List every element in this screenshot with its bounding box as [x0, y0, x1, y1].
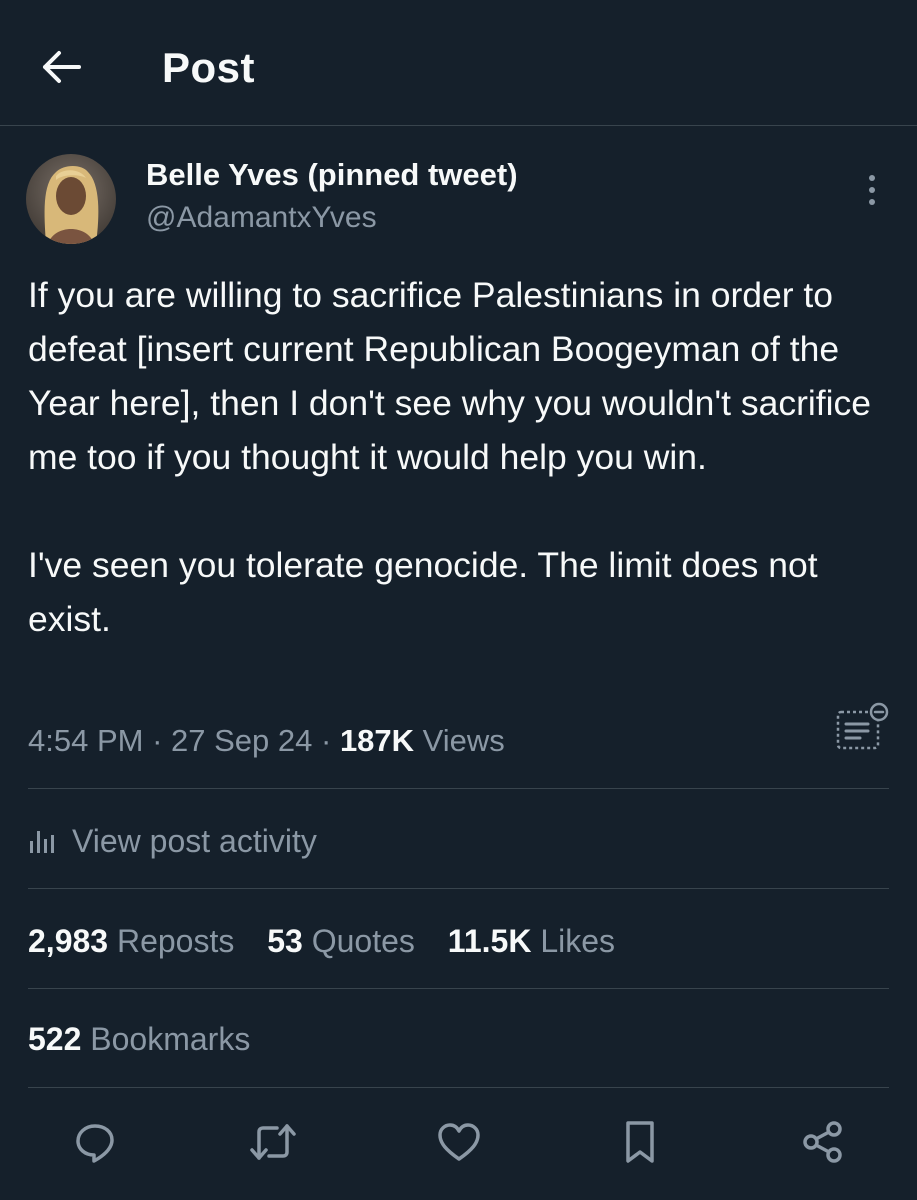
- bookmarks-stat[interactable]: 522 Bookmarks: [28, 1016, 250, 1062]
- views-count: 187K: [339, 723, 415, 758]
- more-vertical-icon: [869, 175, 875, 205]
- repost-icon: [250, 1124, 296, 1160]
- views-label: Views: [422, 723, 505, 758]
- meta-separator: ·: [143, 723, 172, 758]
- reply-button[interactable]: [65, 1112, 125, 1172]
- top-bar: Post: [0, 0, 917, 126]
- divider: [28, 888, 889, 889]
- reply-icon: [76, 1124, 114, 1163]
- likes-label: Likes: [540, 923, 616, 959]
- arrow-left-icon: [43, 51, 81, 83]
- share-icon: [803, 1121, 842, 1163]
- bookmark-button[interactable]: [610, 1112, 670, 1172]
- likes-stat[interactable]: 11.5K Likes: [448, 923, 615, 959]
- likes-count: 11.5K: [447, 923, 532, 959]
- like-icon: [438, 1123, 480, 1161]
- bookmark-icon: [626, 1121, 654, 1163]
- page-title: Post: [162, 44, 256, 91]
- reposts-stat[interactable]: 2,983 Reposts: [28, 923, 234, 959]
- quotes-stat[interactable]: 53 Quotes: [267, 923, 415, 959]
- tweet-text: If you are willing to sacrifice Palestin…: [28, 275, 872, 639]
- engagement-stats: 2,983 Reposts 53 Quotes 11.5K Likes: [28, 918, 639, 964]
- author-name[interactable]: Belle Yves (pinned tweet): [146, 156, 518, 194]
- community-notes-button[interactable]: [832, 702, 892, 754]
- bookmarks-label: Bookmarks: [90, 1021, 251, 1057]
- more-options-button[interactable]: [856, 172, 888, 208]
- quotes-label: Quotes: [311, 923, 415, 959]
- share-button[interactable]: [793, 1112, 853, 1172]
- quotes-count: 53: [267, 923, 303, 959]
- avatar[interactable]: [26, 154, 116, 244]
- bookmarks-count: 522: [28, 1021, 82, 1057]
- avatar-photo: [26, 154, 116, 244]
- author-handle[interactable]: @AdamantxYves: [146, 199, 377, 237]
- tweet-time[interactable]: 4:54 PM: [28, 723, 143, 758]
- meta-separator: ·: [312, 723, 340, 758]
- community-notes-icon: [836, 702, 889, 750]
- divider: [28, 1087, 889, 1088]
- tweet-date[interactable]: 27 Sep 24: [171, 723, 312, 758]
- tweet-meta: 4:54 PM · 27 Sep 24 · 187K Views: [28, 720, 505, 762]
- analytics-icon: [30, 831, 54, 853]
- action-bar: [0, 1112, 917, 1172]
- view-post-activity-label: View post activity: [72, 822, 317, 859]
- divider: [28, 988, 889, 989]
- divider: [28, 788, 889, 789]
- repost-button[interactable]: [243, 1112, 303, 1172]
- view-post-activity-button[interactable]: View post activity: [28, 818, 317, 864]
- back-button[interactable]: [36, 44, 86, 90]
- reposts-count: 2,983: [28, 923, 109, 959]
- reposts-label: Reposts: [116, 923, 235, 959]
- like-button[interactable]: [429, 1112, 489, 1172]
